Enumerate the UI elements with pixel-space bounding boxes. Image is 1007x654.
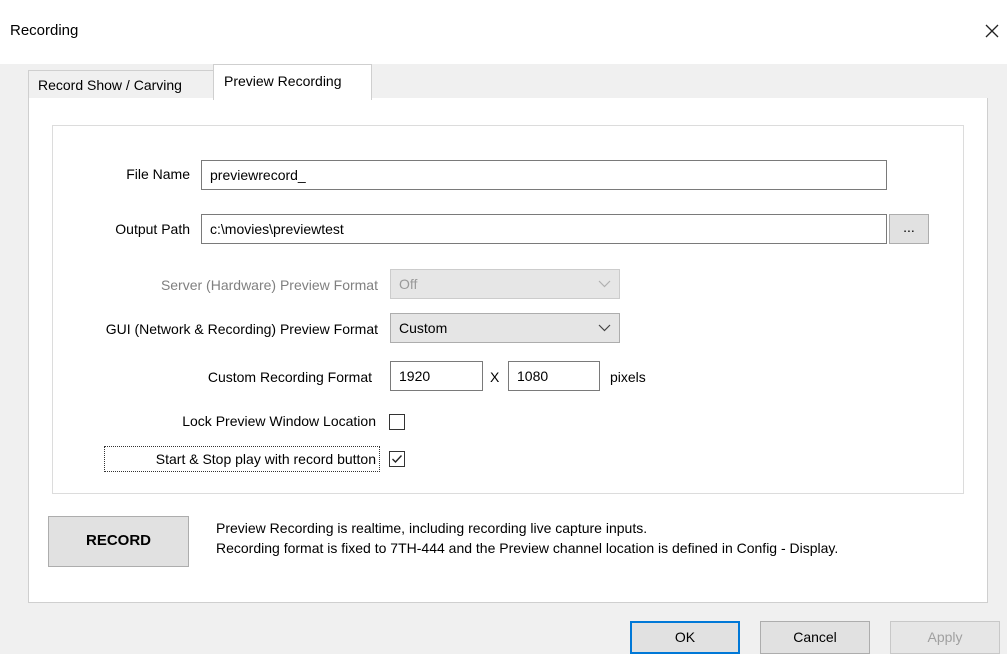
- info-line-2: Recording format is fixed to 7TH-444 and…: [216, 540, 839, 556]
- file-name-input[interactable]: previewrecord_: [201, 160, 887, 190]
- chevron-down-icon: [598, 280, 611, 288]
- cancel-button[interactable]: Cancel: [760, 621, 870, 654]
- gui-preview-format-select[interactable]: Custom: [390, 313, 620, 343]
- pixels-unit-label: pixels: [610, 369, 646, 385]
- output-path-input[interactable]: c:\movies\previewtest: [201, 214, 887, 244]
- custom-height-input[interactable]: 1080: [508, 361, 600, 391]
- server-preview-format-label: Server (Hardware) Preview Format: [160, 277, 378, 293]
- window-title: Recording: [10, 22, 79, 39]
- tab-record-show-carving[interactable]: Record Show / Carving: [28, 70, 214, 98]
- record-button[interactable]: RECORD: [48, 516, 189, 567]
- dimension-separator: X: [490, 369, 500, 385]
- info-line-1: Preview Recording is realtime, including…: [216, 520, 648, 536]
- checkmark-icon: [392, 455, 403, 464]
- apply-button[interactable]: Apply: [890, 621, 1000, 654]
- start-stop-play-checkbox[interactable]: [389, 451, 405, 467]
- close-button[interactable]: [978, 16, 1006, 46]
- ok-button[interactable]: OK: [630, 621, 740, 654]
- custom-width-input[interactable]: 1920: [390, 361, 483, 391]
- output-path-label: Output Path: [115, 221, 190, 237]
- custom-recording-format-label: Custom Recording Format: [207, 369, 372, 385]
- gui-preview-format-value: Custom: [399, 320, 448, 336]
- title-bar: Recording: [0, 0, 1007, 64]
- lock-preview-window-checkbox[interactable]: [389, 414, 405, 430]
- file-name-label: File Name: [126, 166, 190, 182]
- browse-button[interactable]: ...: [889, 214, 929, 244]
- server-preview-format-select[interactable]: Off: [390, 269, 620, 299]
- gui-preview-format-label: GUI (Network & Recording) Preview Format: [105, 321, 378, 337]
- start-stop-play-label: Start & Stop play with record button: [155, 451, 376, 467]
- close-icon: [985, 24, 999, 38]
- lock-preview-window-label: Lock Preview Window Location: [182, 413, 376, 429]
- server-preview-format-value: Off: [399, 276, 418, 292]
- tab-preview-recording[interactable]: Preview Recording: [213, 64, 372, 100]
- chevron-down-icon: [598, 324, 611, 332]
